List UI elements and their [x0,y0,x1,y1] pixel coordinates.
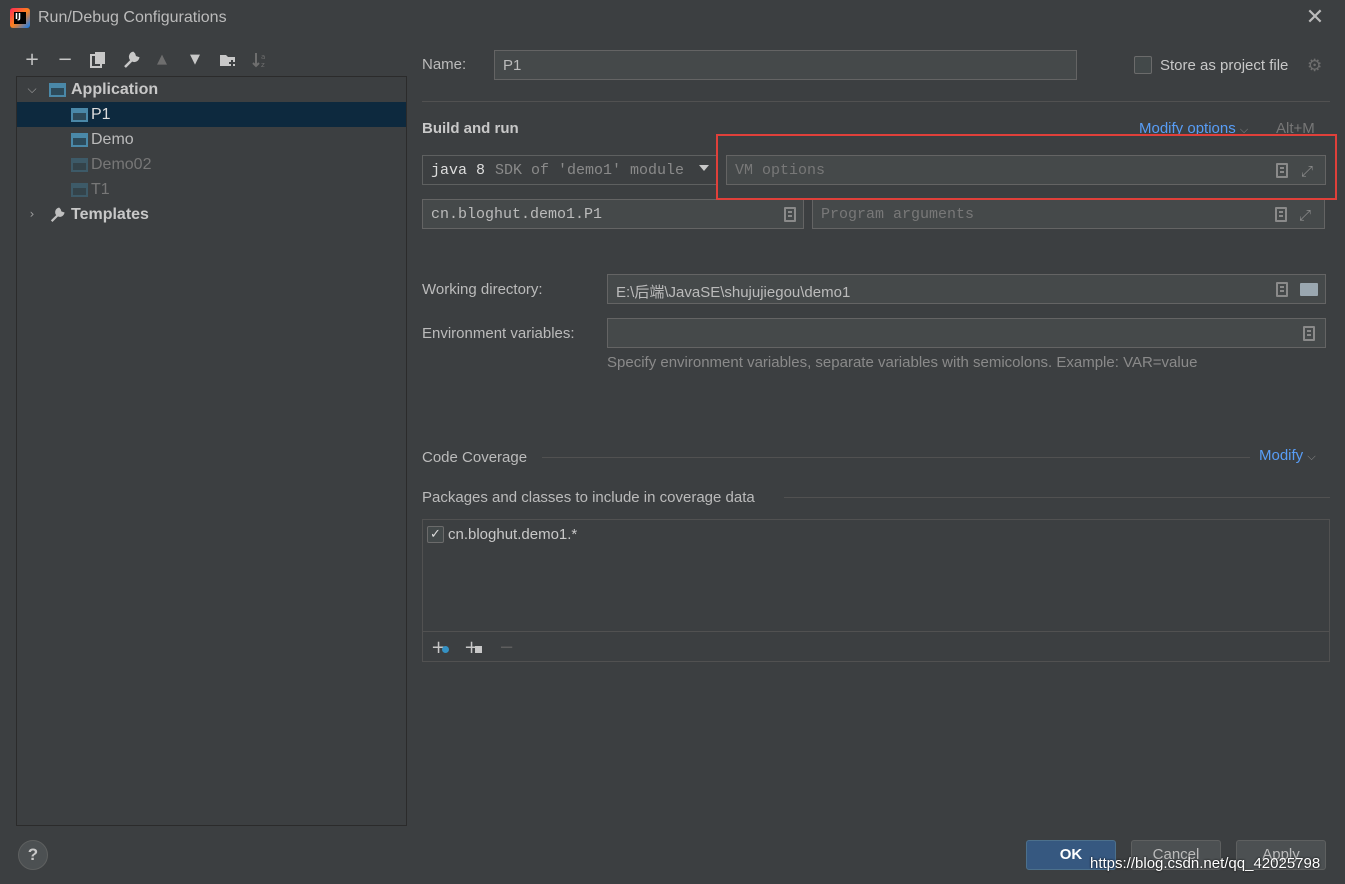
coverage-packages-list[interactable]: ✓ cn.bloghut.demo1.* + + − [422,519,1330,662]
configuration-tree[interactable]: ⌵ Application P1 Demo Demo02 T1 › Templa… [16,76,407,826]
window-title: Run/Debug Configurations [38,9,227,26]
gear-icon[interactable]: ⚙ [1307,56,1322,76]
highlight-annotation [716,134,1337,200]
tree-node-templates[interactable]: › Templates [17,202,406,227]
intellij-icon: IJ [10,8,30,28]
tree-label: Demo [91,131,134,148]
tree-label: Application [71,81,159,98]
application-config-icon [71,108,88,122]
svg-text:a: a [261,53,265,61]
name-label: Name: [422,56,467,73]
tree-item-demo[interactable]: Demo [17,127,406,152]
tree-item-p1[interactable]: P1 [17,102,406,127]
copy-icon[interactable] [86,49,110,71]
working-directory-input[interactable]: E:\后端\JavaSE\shujujiegou\demo1 [607,274,1326,304]
document-icon[interactable] [1303,326,1315,341]
coverage-modify-link[interactable]: Modify ⌵ [1259,447,1316,464]
chevron-right-icon[interactable]: › [25,202,39,227]
store-as-project-file-label[interactable]: Store as project file [1160,57,1288,74]
coverage-modify-label: Modify [1259,447,1304,464]
chevron-down-icon: ⌵ [1307,450,1316,463]
new-folder-icon[interactable] [216,49,240,71]
title-bar: IJ Run/Debug Configurations ✕ [0,0,1345,36]
tree-label: P1 [91,106,111,123]
environment-variables-label: Environment variables: [422,325,575,342]
svg-text:z: z [261,61,265,69]
tree-item-t1[interactable]: T1 [17,177,406,202]
separator [784,497,1330,498]
coverage-packages-title: Packages and classes to include in cover… [422,489,755,506]
application-config-icon [71,183,88,197]
environment-variables-input[interactable] [607,318,1326,348]
help-button[interactable]: ? [18,840,48,870]
coverage-entry-checkbox[interactable]: ✓ [427,526,444,543]
chevron-down-icon[interactable]: ⌵ [25,77,39,102]
tree-label: Demo02 [91,156,152,173]
jdk-version: java 8 [431,162,486,179]
add-icon[interactable]: + [20,49,44,71]
remove-icon[interactable]: − [499,637,514,658]
document-icon[interactable] [784,207,796,222]
environment-variables-hint: Specify environment variables, separate … [607,354,1198,371]
jdk-select[interactable]: java 8 SDK of 'demo1' module [422,155,717,185]
working-directory-label: Working directory: [422,281,543,298]
program-arguments-placeholder: Program arguments [821,206,975,223]
move-up-icon[interactable]: ▲ [150,49,174,71]
document-icon[interactable] [1275,207,1287,222]
wrench-icon [49,202,65,231]
application-config-icon [71,158,88,172]
main-class-value: cn.bloghut.demo1.P1 [431,206,603,223]
coverage-entry-label: cn.bloghut.demo1.* [448,526,578,543]
remove-icon[interactable]: − [53,49,77,71]
program-arguments-input[interactable]: Program arguments ⤢ [812,199,1325,229]
store-as-project-file-checkbox[interactable] [1134,56,1152,74]
folder-icon[interactable] [1300,283,1318,296]
add-class-icon[interactable]: + [431,637,450,658]
add-package-icon[interactable]: + [464,637,483,658]
application-icon [49,83,66,97]
jdk-description: SDK of 'demo1' module [495,162,685,179]
watermark: https://blog.csdn.net/qq_42025798 [1090,855,1321,872]
application-config-icon [71,133,88,147]
dropdown-arrow-icon [699,165,709,171]
close-icon[interactable]: ✕ [1303,6,1327,30]
name-value: P1 [503,57,522,74]
expand-icon[interactable]: ⤢ [1299,206,1311,224]
wrench-icon[interactable] [119,49,143,71]
main-class-input[interactable]: cn.bloghut.demo1.P1 [422,199,804,229]
working-directory-value: E:\后端\JavaSE\shujujiegou\demo1 [616,284,851,301]
tree-label: Templates [71,206,149,223]
separator [542,457,1250,458]
move-down-icon[interactable]: ▼ [183,49,207,71]
tree-label: T1 [91,181,110,198]
separator [423,631,1329,632]
sort-icon[interactable]: az [248,49,272,71]
code-coverage-title: Code Coverage [422,449,528,466]
name-input[interactable]: P1 [494,50,1077,80]
tree-item-demo02[interactable]: Demo02 [17,152,406,177]
tree-node-application[interactable]: ⌵ Application [17,77,406,102]
build-and-run-title: Build and run [422,120,519,137]
separator [422,101,1330,102]
document-icon[interactable] [1276,282,1288,297]
